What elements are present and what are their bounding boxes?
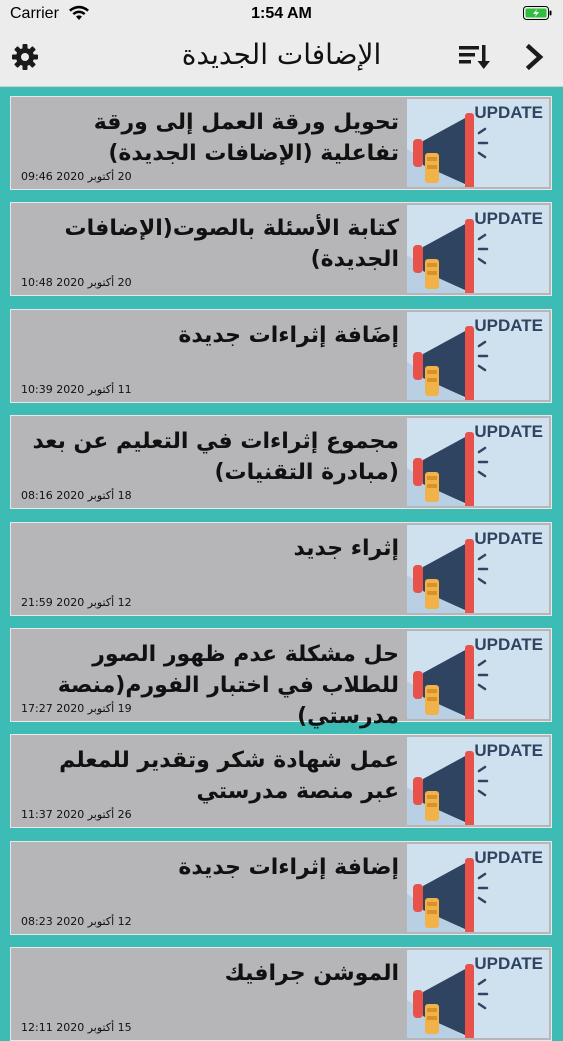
- update-label: UPDATE: [474, 209, 543, 228]
- item-title: إضافة إثراءات جديدة: [178, 855, 399, 880]
- list-item[interactable]: UPDATE إضَافة إثراءات جديدة 11 أكتوبر 2020…: [10, 309, 552, 403]
- item-date: 18 أكتوبر 2020 08:16: [21, 489, 132, 502]
- list-item[interactable]: UPDATE حل مشكلة عدم ظهور الصور للطلاب في …: [10, 628, 552, 729]
- item-date: 20 أكتوبر 2020 09:46: [21, 170, 132, 183]
- list-item[interactable]: UPDATE إضافة إثراءات جديدة 12 أكتوبر 2020 …: [10, 841, 552, 935]
- update-label: UPDATE: [474, 635, 543, 654]
- list-item[interactable]: UPDATE مجموع إثراءات في التعليم عن بعد (م…: [10, 415, 552, 509]
- update-thumbnail: UPDATE: [407, 312, 549, 400]
- update-label: UPDATE: [474, 316, 543, 335]
- list-item[interactable]: UPDATE الموشن جرافيك 15 أكتوبر 2020 12:11: [10, 947, 552, 1041]
- list-item[interactable]: UPDATE تحويل ورقة العمل إلى ورقة تفاعلية …: [10, 96, 552, 190]
- item-date: 12 أكتوبر 2020 21:59: [21, 596, 132, 609]
- item-title: الموشن جرافيك: [224, 961, 399, 986]
- nav-bar: الإضافات الجديدة: [0, 28, 563, 87]
- item-date: 19 أكتوبر 2020 17:27: [21, 702, 132, 715]
- update-label: UPDATE: [474, 422, 543, 441]
- item-title: إضَافة إثراءات جديدة: [178, 323, 399, 348]
- list-item[interactable]: UPDATE إثراء جديد 12 أكتوبر 2020 21:59: [10, 522, 552, 616]
- item-date: 12 أكتوبر 2020 08:23: [21, 915, 132, 928]
- item-title: إثراء جديد: [293, 536, 399, 561]
- item-title: عمل شهادة شكر وتقدير للمعلم عبر منصة مدر…: [59, 748, 399, 804]
- update-label: UPDATE: [474, 741, 543, 760]
- list-item[interactable]: UPDATE عمل شهادة شكر وتقدير للمعلم عبر من…: [10, 734, 552, 828]
- list-item[interactable]: UPDATE كتابة الأسئلة بالصوت(الإضافات الجد…: [10, 202, 552, 296]
- battery-icon: [523, 6, 552, 20]
- update-thumbnail: UPDATE: [407, 844, 549, 932]
- status-time: 1:54 AM: [251, 5, 312, 22]
- item-date: 26 أكتوبر 2020 11:37: [21, 808, 132, 821]
- item-title: حل مشكلة عدم ظهور الصور للطلاب في اختبار…: [57, 642, 399, 729]
- item-date: 20 أكتوبر 2020 10:48: [21, 276, 132, 289]
- update-label: UPDATE: [474, 529, 543, 548]
- sort-button[interactable]: [458, 40, 492, 74]
- back-button[interactable]: [518, 40, 552, 74]
- update-thumbnail: UPDATE: [407, 99, 549, 187]
- update-thumbnail: UPDATE: [407, 205, 549, 293]
- item-title: كتابة الأسئلة بالصوت(الإضافات الجديدة): [64, 216, 399, 272]
- update-thumbnail: UPDATE: [407, 418, 549, 506]
- status-bar: Carrier 1:54 AM: [0, 0, 563, 28]
- update-thumbnail: UPDATE: [407, 950, 549, 1038]
- update-label: UPDATE: [474, 848, 543, 867]
- item-title: مجموع إثراءات في التعليم عن بعد (مبادرة …: [32, 429, 399, 485]
- update-thumbnail: UPDATE: [407, 737, 549, 825]
- item-date: 11 أكتوبر 2020 10:39: [21, 383, 132, 396]
- update-label: UPDATE: [474, 954, 543, 973]
- update-thumbnail: UPDATE: [407, 631, 549, 719]
- item-title: تحويل ورقة العمل إلى ورقة تفاعلية (الإضا…: [93, 110, 399, 166]
- chevron-right-icon: [525, 43, 544, 71]
- sort-icon: [459, 45, 490, 69]
- update-label: UPDATE: [474, 103, 543, 122]
- item-date: 15 أكتوبر 2020 12:11: [21, 1021, 132, 1034]
- update-thumbnail: UPDATE: [407, 525, 549, 613]
